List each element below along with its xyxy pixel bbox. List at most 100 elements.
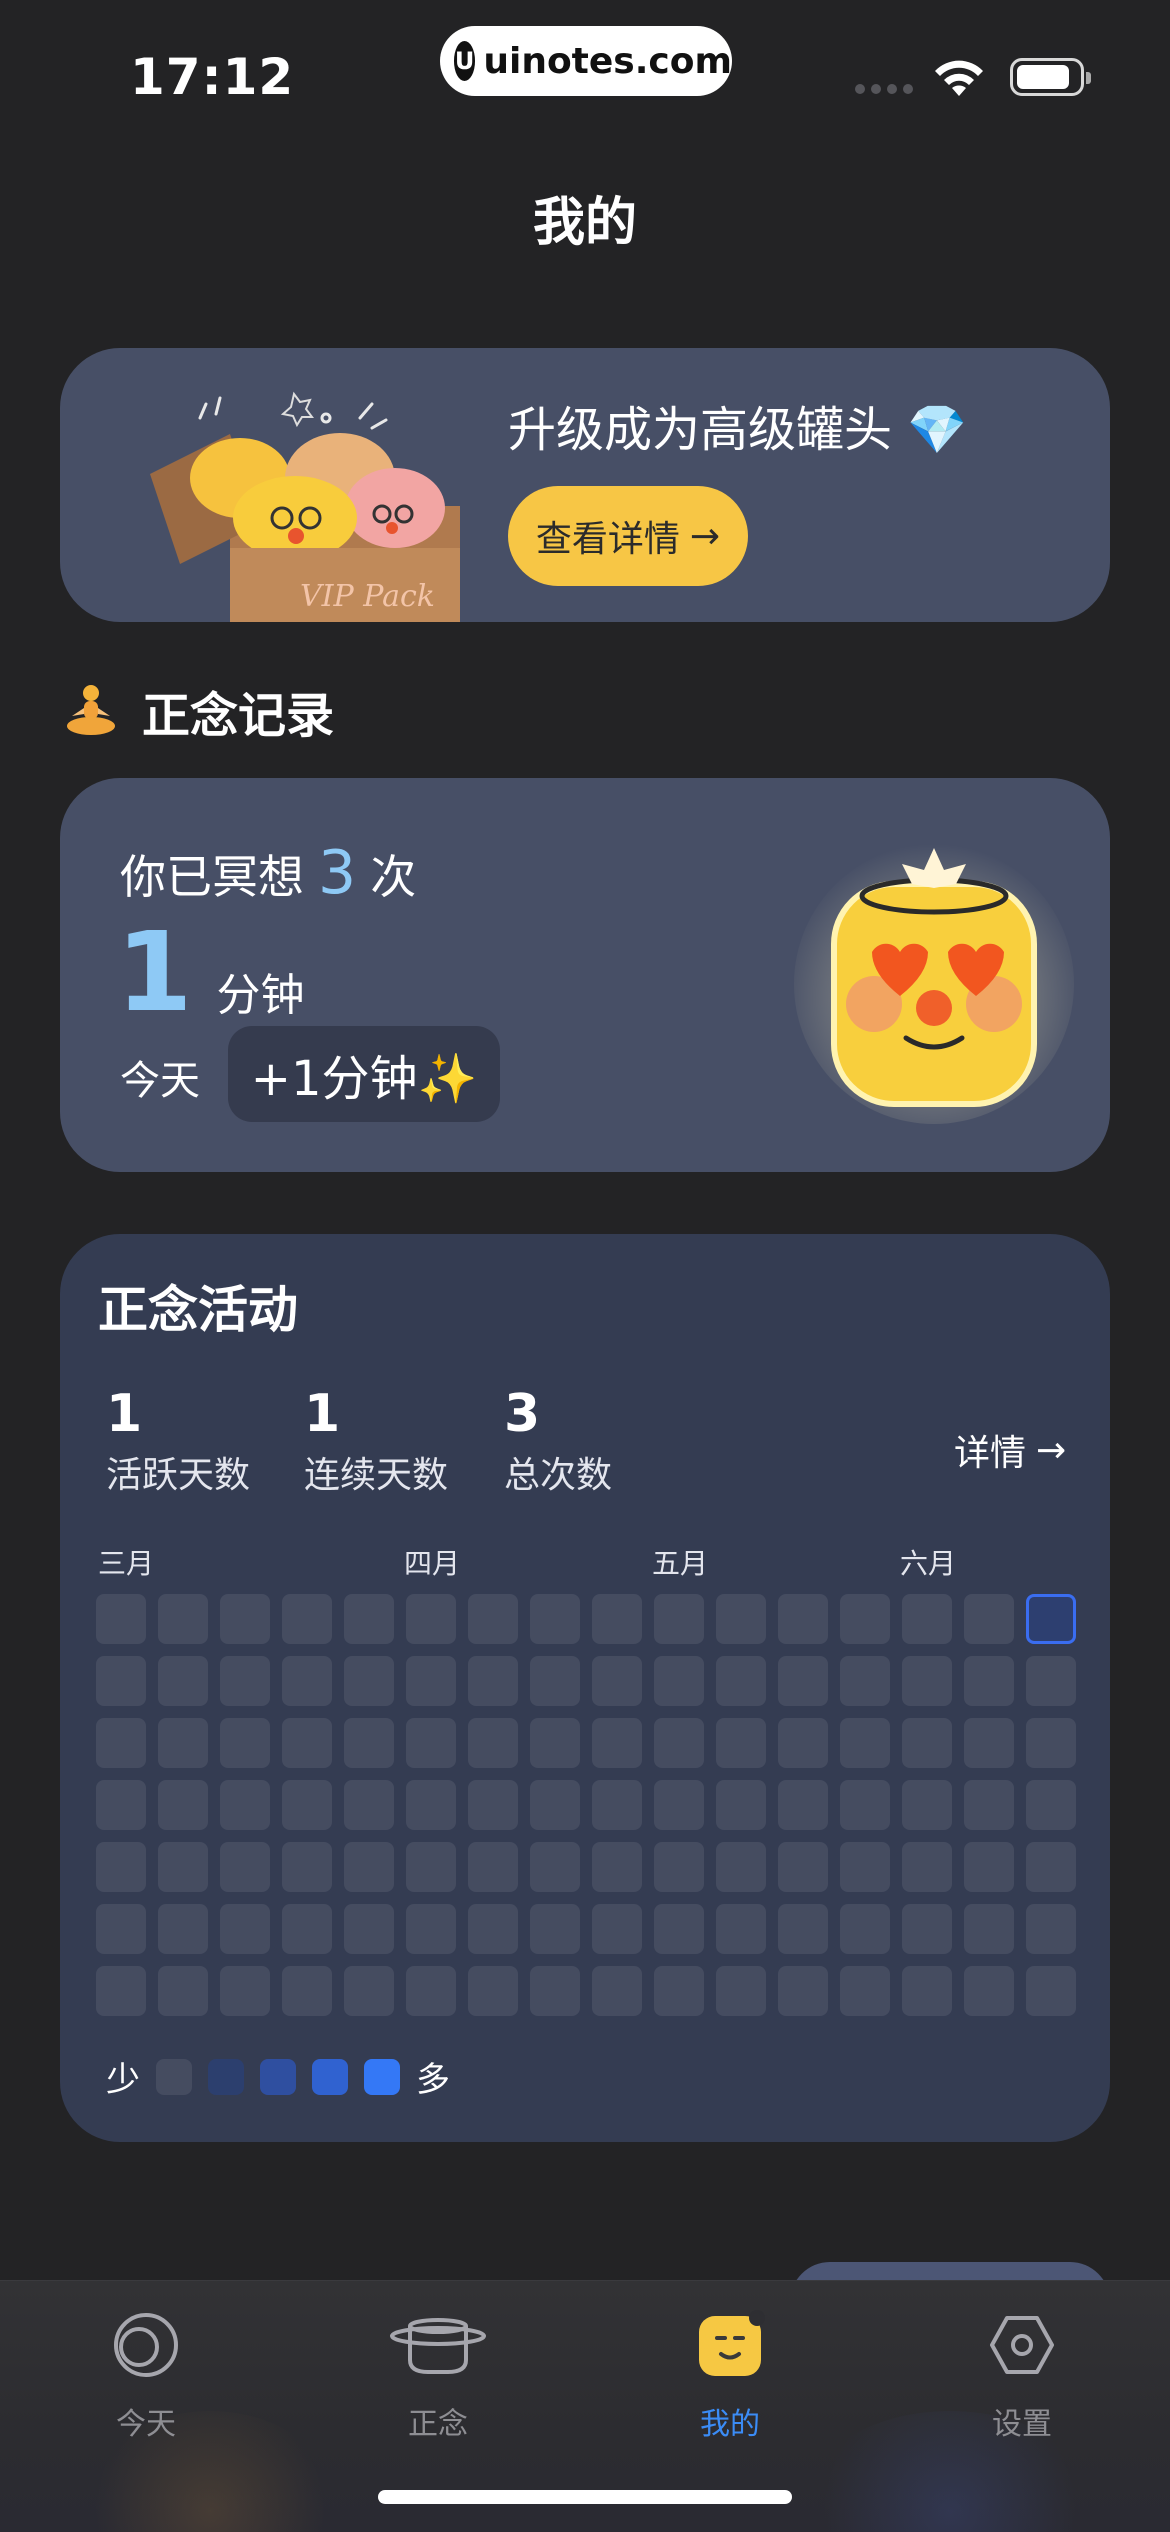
heatmap-cell [158,1594,208,1644]
heatmap-cell [778,1594,828,1644]
heatmap-cell [902,1780,952,1830]
heatmap-cell [282,1656,332,1706]
heatmap-cell [964,1842,1014,1892]
heatmap-cell [344,1904,394,1954]
heatmap-cell [468,1780,518,1830]
heatmap-cell [964,1780,1014,1830]
stat-total-sessions: 3 总次数 [504,1384,612,1498]
heatmap-cell [282,1594,332,1644]
heatmap-cell [344,1842,394,1892]
heatmap-cell [1026,1780,1076,1830]
tab-label: 今天 [116,2407,176,2442]
heatmap-cell [716,1656,766,1706]
heatmap-cell [468,1718,518,1768]
stat-label: 总次数 [504,1455,613,1496]
heatmap-cell [282,1780,332,1830]
total-minutes: 1 [116,908,193,1036]
heatmap-cell [778,1904,828,1954]
heatmap-cell [840,1656,890,1706]
heatmap-cell [406,1594,456,1644]
legend-high-label: 多 [416,2060,450,2100]
heatmap-cell [96,1966,146,2016]
profile-face-icon [699,2310,765,2376]
heatmap-cell-today [1026,1594,1076,1644]
heatmap-cell [530,1904,580,1954]
heatmap-cell [654,1842,704,1892]
uinotes-logo-icon: U [454,41,476,81]
heatmap-cell [902,1966,952,2016]
tab-profile[interactable]: 我的 [630,2305,830,2443]
url-text: uinotes.com [483,40,732,82]
arrow-right-icon: → [1036,1429,1067,1471]
meditation-count-line: 你已冥想 3 次 [120,838,416,908]
vip-pack-illustration: VIP Pack [150,391,460,622]
jar-icon [390,2318,486,2374]
heatmap-cell [716,1904,766,1954]
heatmap-cell [406,1780,456,1830]
heatmap-cell [530,1966,580,2016]
vip-upgrade-title: 升级成为高级罐头 💎 [508,402,968,458]
heatmap-cell [468,1966,518,2016]
heatmap-cell [406,1718,456,1768]
month-label: 六月 [900,1547,957,1580]
heatmap-cell [840,1780,890,1830]
heatmap-cell [964,1656,1014,1706]
heatmap-cell [592,1842,642,1892]
stat-value: 1 [106,1384,143,1444]
minutes-unit: 分钟 [216,970,305,1021]
heatmap-cell [96,1718,146,1768]
heatmap-cell [592,1594,642,1644]
tab-today[interactable]: 今天 [46,2305,246,2443]
heatmap-cell [530,1780,580,1830]
heatmap-cell [220,1966,270,2016]
heatmap-cell [716,1594,766,1644]
heatmap-cell [468,1842,518,1892]
heatmap-cell [344,1718,394,1768]
count-suffix: 次 [370,850,417,904]
heatmap-cell [902,1718,952,1768]
heatmap-cell [592,1966,642,2016]
heatmap-cell [96,1780,146,1830]
mindfulness-activity-card: 正念活动 1 活跃天数 1 连续天数 3 总次数 详情 → 三月 四月 五月 六… [60,1234,1110,2142]
tab-label: 我的 [700,2407,760,2442]
heatmap-cell [158,1904,208,1954]
stat-label: 连续天数 [304,1455,449,1496]
heatmap-cell [468,1656,518,1706]
today-icon [114,2313,178,2377]
tab-settings[interactable]: 设置 [922,2305,1122,2443]
heatmap-cell [406,1842,456,1892]
meditation-icon [67,685,115,735]
total-minutes-line: 1 分钟 [116,908,305,1036]
view-details-button[interactable]: 查看详情 → [508,486,748,586]
heatmap-cell [282,1842,332,1892]
heatmap-cell [530,1594,580,1644]
activity-detail-link[interactable]: 详情 → [954,1424,1066,1476]
heatmap-cell [778,1966,828,2016]
heatmap-cell [902,1904,952,1954]
stat-value: 1 [304,1384,341,1444]
heatmap-cell [530,1842,580,1892]
count-prefix: 你已冥想 [120,850,304,904]
vip-upgrade-card[interactable]: VIP Pack 升级成为高级罐头 💎 查看详情 → [60,348,1110,622]
svg-text:VIP Pack: VIP Pack [300,579,435,614]
battery-icon [1010,58,1091,96]
heatmap-cell [406,1656,456,1706]
legend-swatch [208,2058,244,2095]
heatmap-cell [778,1656,828,1706]
heatmap-cell [778,1718,828,1768]
heatmap-cell [1026,1718,1076,1768]
heatmap-cell [158,1656,208,1706]
tab-mindfulness[interactable]: 正念 [338,2305,538,2443]
status-time: 17:12 [130,48,295,106]
heatmap-cell [158,1780,208,1830]
detail-label: 详情 [954,1433,1027,1474]
heatmap-cell [220,1656,270,1706]
heatmap-cell [1026,1904,1076,1954]
legend-swatch [312,2058,348,2095]
heatmap-cell [1026,1842,1076,1892]
section-title: 正念记录 [142,688,335,744]
url-pill: U uinotes.com [440,26,732,96]
heatmap-cell [220,1780,270,1830]
heatmap-cell [840,1594,890,1644]
heatmap-cell [716,1718,766,1768]
